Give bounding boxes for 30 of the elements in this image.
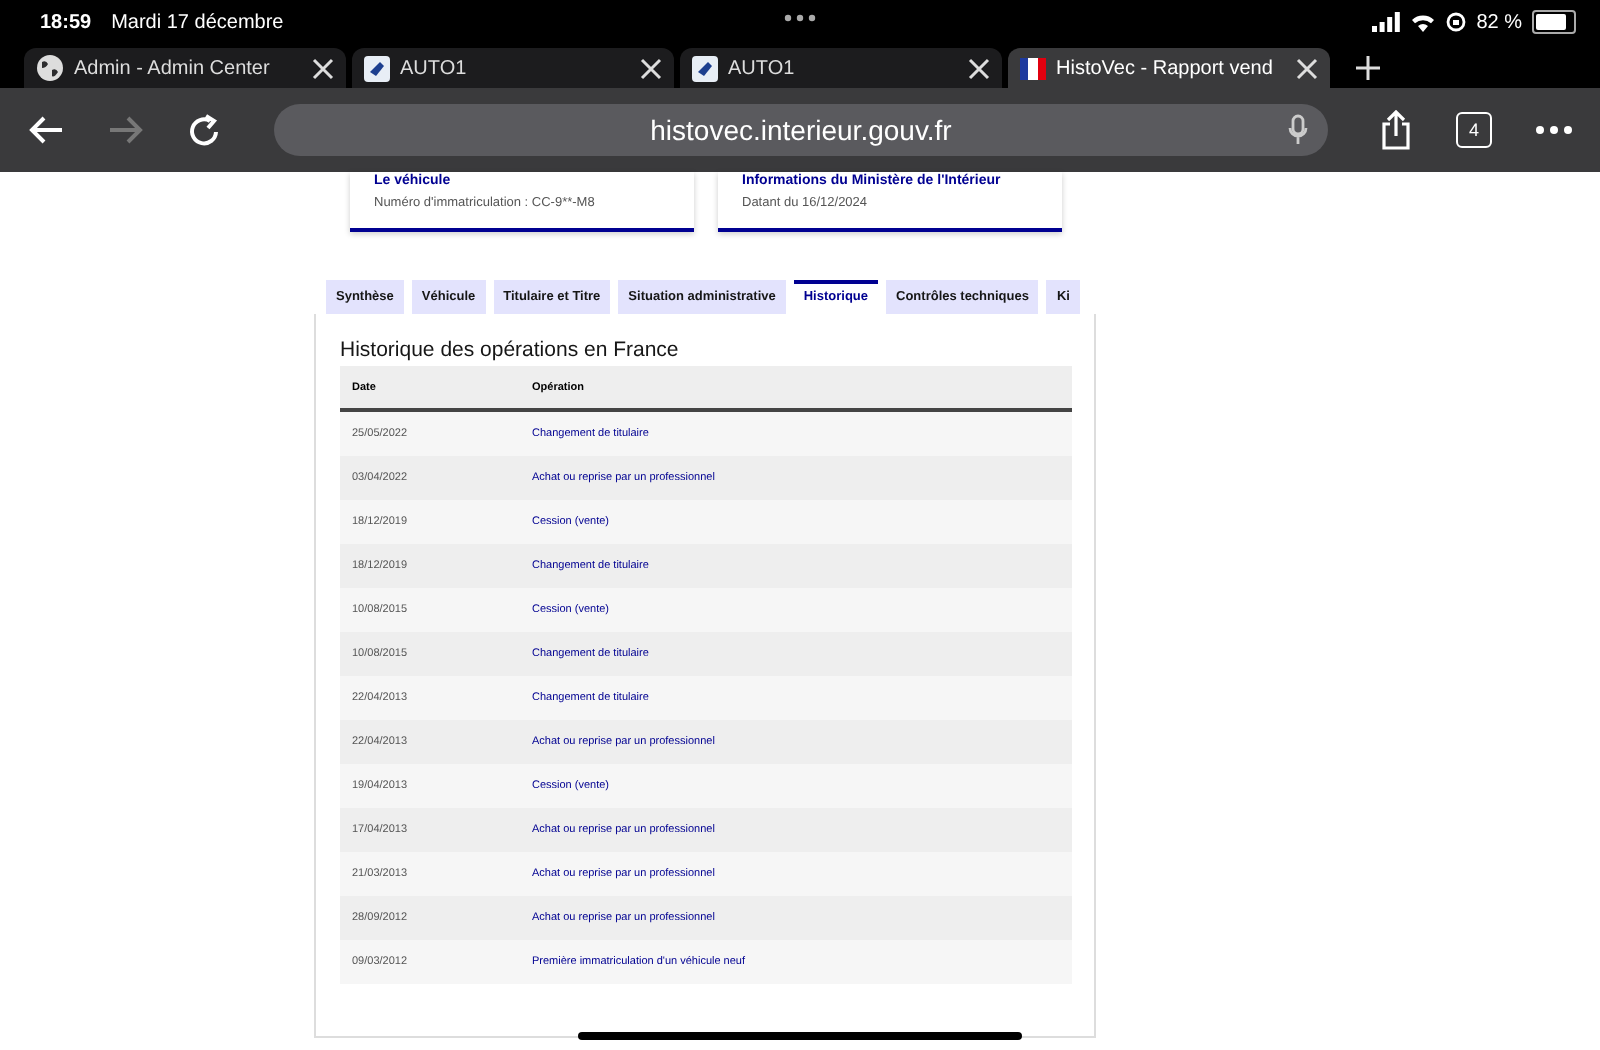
more-icon[interactable] <box>1536 126 1572 134</box>
date-label: Mardi 17 décembre <box>111 11 284 33</box>
app-icon <box>692 55 718 81</box>
section-title: Historique des opérations en France <box>340 338 681 362</box>
close-icon[interactable] <box>968 57 990 79</box>
browser-tab[interactable]: AUTO1 <box>352 48 674 88</box>
tab-count-button[interactable]: 4 <box>1456 112 1492 148</box>
close-icon[interactable] <box>1296 57 1318 79</box>
signal-icon <box>1372 12 1401 32</box>
app-icon <box>364 55 390 81</box>
battery-percent: 82 % <box>1476 11 1522 33</box>
close-icon[interactable] <box>640 57 662 79</box>
more-icon[interactable] <box>784 14 816 22</box>
microphone-icon[interactable] <box>1288 114 1308 146</box>
browser-tab[interactable]: HistoVec - Rapport vend <box>1008 48 1330 88</box>
address-bar[interactable]: histovec.interieur.gouv.fr <box>274 104 1328 156</box>
browser-tab[interactable]: Admin - Admin Center <box>24 48 346 88</box>
back-icon[interactable] <box>28 114 64 146</box>
reload-icon[interactable] <box>188 113 222 147</box>
close-icon[interactable] <box>312 57 334 79</box>
browser-tab[interactable]: AUTO1 <box>680 48 1002 88</box>
forward-icon[interactable] <box>108 114 144 146</box>
wifi-icon <box>1410 12 1437 32</box>
rotation-lock-icon <box>1446 12 1467 32</box>
globe-icon <box>36 54 64 82</box>
clock-time: 18:59 <box>40 11 92 33</box>
share-icon[interactable] <box>1380 110 1412 150</box>
battery-icon <box>1532 10 1576 34</box>
new-tab-icon[interactable] <box>1356 56 1380 80</box>
flag-icon <box>1020 57 1046 79</box>
